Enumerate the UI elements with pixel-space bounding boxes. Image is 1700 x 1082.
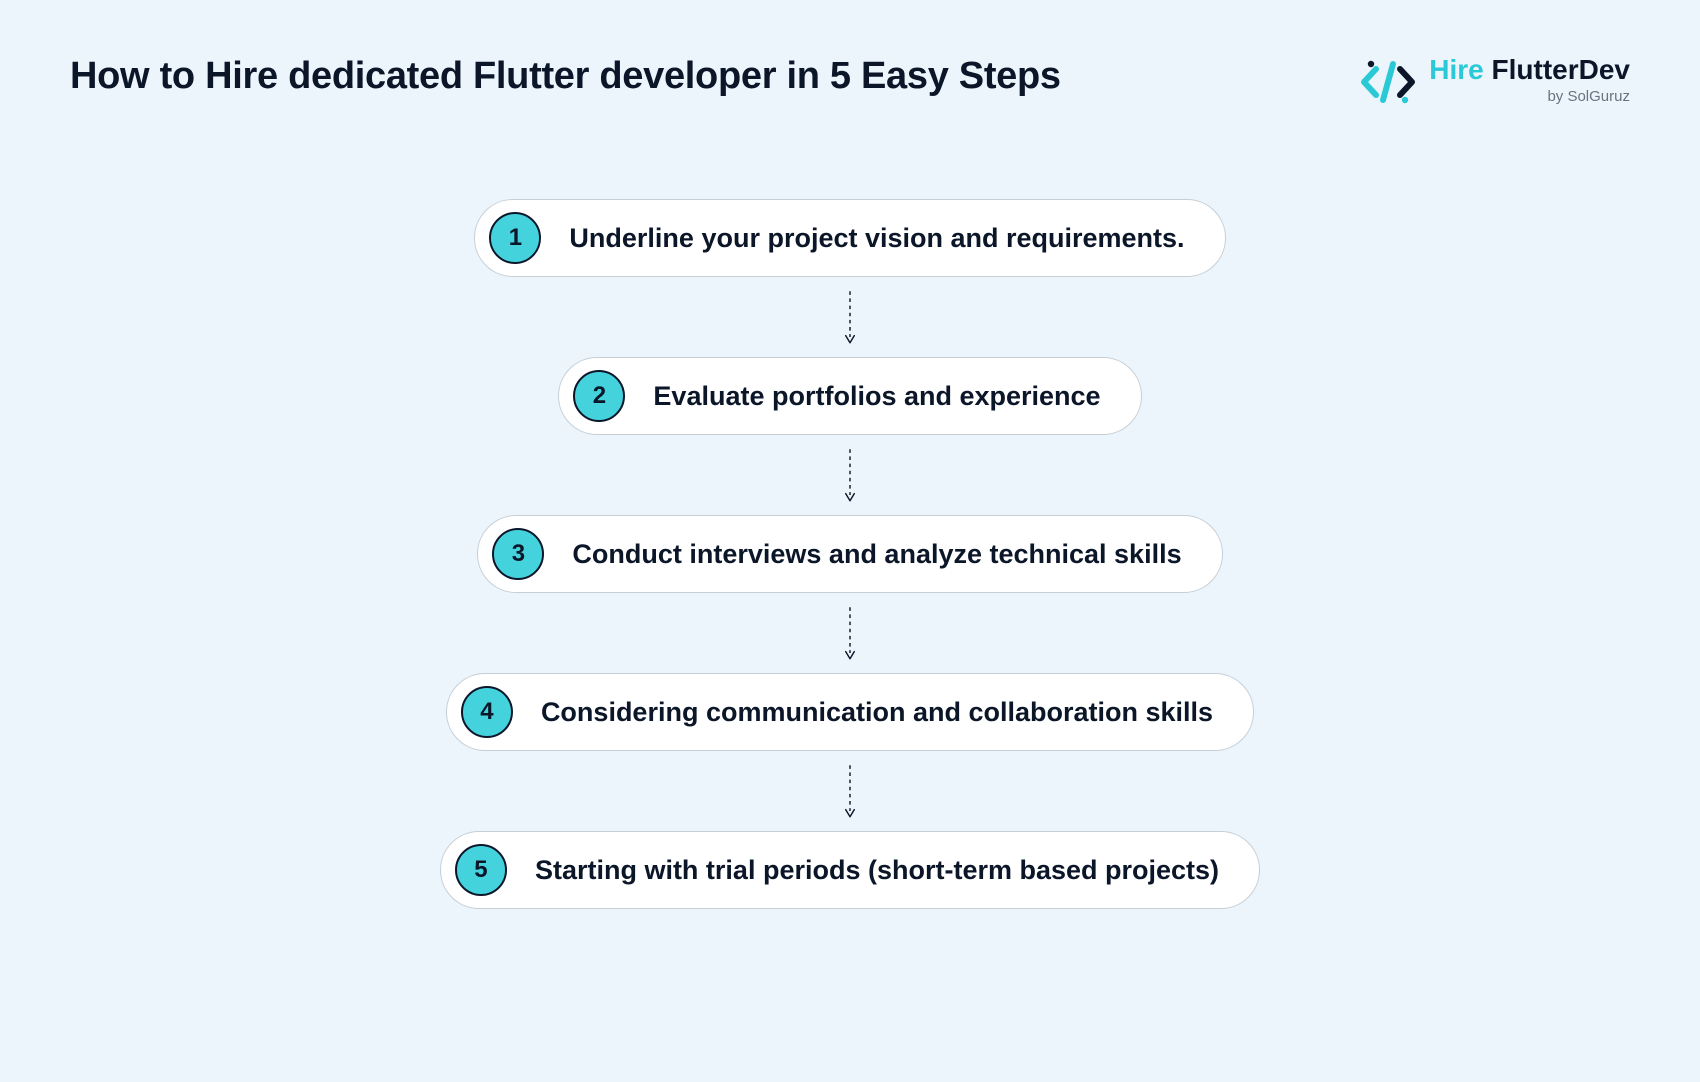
step-number-badge: 3 bbox=[492, 528, 544, 580]
logo: Hire FlutterDev by SolGuruz bbox=[1361, 55, 1630, 109]
diagram: 1 Underline your project vision and requ… bbox=[0, 199, 1700, 909]
logo-subtext: by SolGuruz bbox=[1547, 88, 1630, 105]
step-label: Considering communication and collaborat… bbox=[541, 697, 1213, 728]
step-number-badge: 1 bbox=[489, 212, 541, 264]
step-label: Starting with trial periods (short-term … bbox=[535, 855, 1219, 886]
header: How to Hire dedicated Flutter developer … bbox=[0, 0, 1700, 109]
logo-accent-text: Hire bbox=[1429, 54, 1483, 85]
step-2: 2 Evaluate portfolios and experience bbox=[558, 357, 1141, 435]
step-label: Underline your project vision and requir… bbox=[569, 223, 1184, 254]
logo-text-wrap: Hire FlutterDev by SolGuruz bbox=[1429, 55, 1630, 105]
connector-arrow-icon bbox=[845, 593, 855, 673]
step-3: 3 Conduct interviews and analyze technic… bbox=[477, 515, 1222, 593]
step-1: 1 Underline your project vision and requ… bbox=[474, 199, 1225, 277]
step-number-badge: 5 bbox=[455, 844, 507, 896]
logo-icon bbox=[1361, 55, 1415, 109]
step-number-badge: 2 bbox=[573, 370, 625, 422]
step-4: 4 Considering communication and collabor… bbox=[446, 673, 1254, 751]
connector-arrow-icon bbox=[845, 751, 855, 831]
page-title: How to Hire dedicated Flutter developer … bbox=[70, 55, 1061, 98]
step-5: 5 Starting with trial periods (short-ter… bbox=[440, 831, 1260, 909]
connector-arrow-icon bbox=[845, 435, 855, 515]
connector-arrow-icon bbox=[845, 277, 855, 357]
logo-dark-text: FlutterDev bbox=[1492, 54, 1630, 85]
logo-text: Hire FlutterDev bbox=[1429, 55, 1630, 86]
step-label: Evaluate portfolios and experience bbox=[653, 381, 1100, 412]
step-label: Conduct interviews and analyze technical… bbox=[572, 539, 1181, 570]
step-number-badge: 4 bbox=[461, 686, 513, 738]
